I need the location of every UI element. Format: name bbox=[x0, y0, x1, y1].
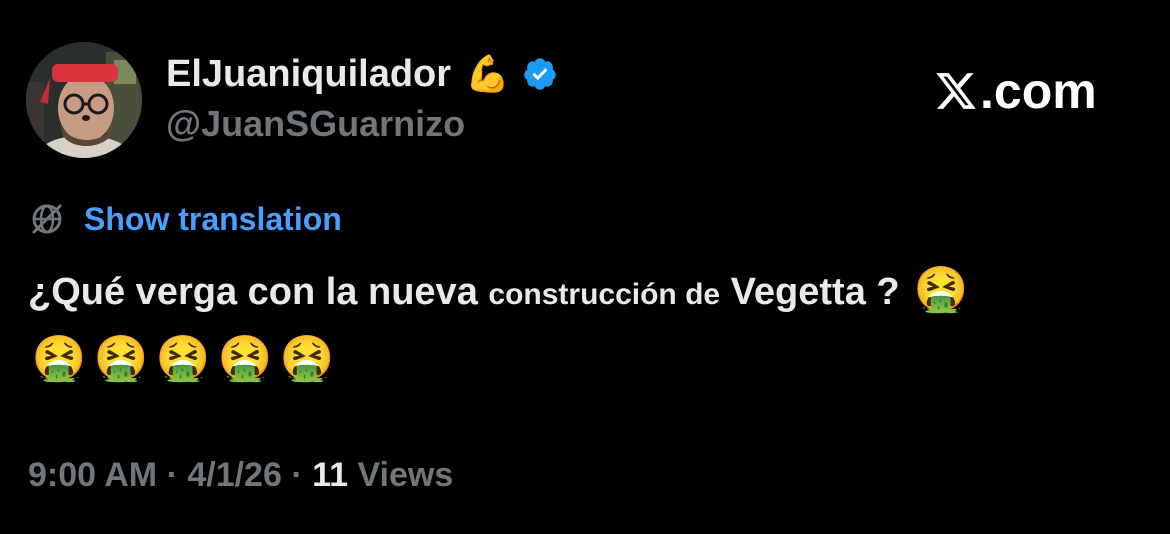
tweet-text-part: Vegetta bbox=[720, 271, 877, 313]
tweet-meta: 9:00 AM · 4/1/26 · 11 Views bbox=[28, 456, 453, 495]
flexed-biceps-emoji: 💪 bbox=[465, 53, 510, 94]
vomiting-face-emoji: 🤮 bbox=[93, 334, 149, 383]
vomiting-face-emoji: 🤮 bbox=[155, 334, 211, 383]
vomiting-face-emoji: 🤮 bbox=[217, 334, 273, 383]
tweet-time[interactable]: 9:00 AM bbox=[28, 456, 157, 494]
vomiting-face-emoji: 🤮 bbox=[31, 334, 87, 383]
author-handle[interactable]: @JuanSGuarnizo bbox=[166, 103, 465, 145]
tweet-text-part: ? bbox=[876, 271, 911, 313]
author-name-row[interactable]: ElJuaniquilador 💪 bbox=[166, 52, 558, 96]
meta-separator: · bbox=[157, 456, 188, 494]
meta-separator: · bbox=[281, 456, 313, 494]
domain-label: .com bbox=[980, 63, 1097, 119]
tweet-text: ¿Qué verga con la nueva construcción de … bbox=[28, 258, 1138, 393]
verified-badge-icon[interactable] bbox=[522, 56, 558, 92]
views-label[interactable]: Views bbox=[348, 456, 453, 494]
vomiting-face-emoji: 🤮 bbox=[913, 265, 969, 314]
tweet-text-part: ¿Qué verga con la nueva bbox=[28, 271, 489, 313]
x-logo-icon bbox=[936, 73, 976, 109]
translation-row[interactable]: Show translation bbox=[28, 198, 342, 240]
vomiting-face-emoji: 🤮 bbox=[279, 334, 335, 383]
tweet-date[interactable]: 4/1/26 bbox=[187, 456, 282, 494]
x-com-brand: .com bbox=[934, 63, 1097, 119]
views-count[interactable]: 11 bbox=[312, 456, 348, 494]
globe-icon bbox=[28, 200, 66, 238]
display-name[interactable]: ElJuaniquilador bbox=[166, 53, 451, 96]
avatar[interactable] bbox=[26, 42, 142, 158]
show-translation-link[interactable]: Show translation bbox=[84, 201, 342, 238]
tweet-text-small: construcción de bbox=[488, 278, 721, 311]
